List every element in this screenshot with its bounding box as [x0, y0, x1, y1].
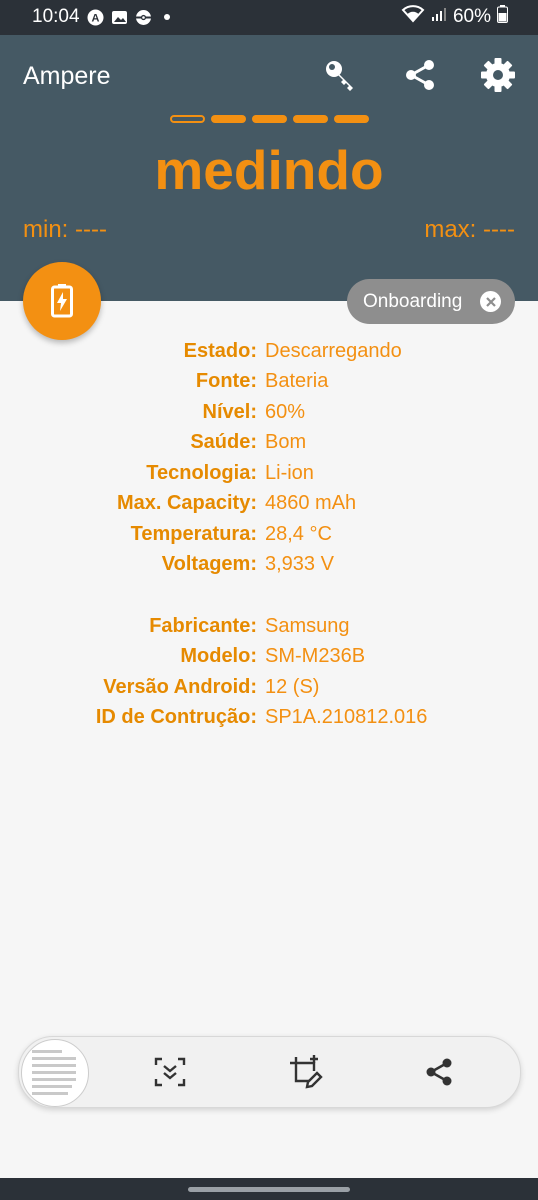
screenshot-thumbnail[interactable]: [21, 1039, 89, 1107]
info-label: Modelo:: [180, 645, 257, 668]
info-row-estado: Estado: Descarregando: [0, 336, 538, 367]
pokeball-icon: [134, 8, 152, 26]
thumb-line: [32, 1078, 76, 1081]
thumb-line: [32, 1064, 76, 1067]
onboarding-chip[interactable]: Onboarding: [347, 279, 515, 324]
wifi-icon: [401, 5, 425, 29]
gallery-icon: [110, 8, 128, 26]
info-value: Li-ion: [265, 461, 314, 484]
info-value: Samsung: [265, 614, 350, 637]
status-right: 60%: [401, 5, 508, 29]
scroll-capture-icon[interactable]: [150, 1052, 190, 1092]
app-header: Ampere medindo min: ---- max: ----: [0, 35, 538, 301]
info-row-modelo: Modelo: SM-M236B: [0, 642, 538, 673]
info-value: Bateria: [265, 370, 329, 393]
thumb-line: [32, 1071, 76, 1074]
info-label: Max. Capacity:: [116, 492, 257, 515]
share-icon[interactable]: [400, 55, 440, 95]
dot-icon: [158, 8, 176, 26]
info-label: ID de Contrução:: [95, 706, 257, 729]
app-title: Ampere: [23, 62, 111, 90]
info-row-tecnologia: Tecnologia: Li-ion: [0, 458, 538, 489]
home-gesture-pill[interactable]: [188, 1187, 350, 1192]
info-value: 28,4 °C: [265, 522, 332, 545]
signal-icon: [431, 6, 447, 28]
navigation-bar: [0, 1178, 538, 1200]
vpn-a-icon: A: [86, 8, 104, 26]
thumb-line: [32, 1092, 68, 1095]
status-bar: 10:04 A 60%: [0, 0, 538, 35]
info-row-saude: Saúde: Bom: [0, 428, 538, 459]
progress-dot: [252, 115, 287, 123]
progress-dot: [334, 115, 369, 123]
info-label: Tecnologia:: [146, 461, 257, 484]
progress-dot: [293, 115, 328, 123]
info-label: Nível:: [202, 400, 257, 423]
measuring-state: medindo: [154, 139, 384, 201]
max-value: max: ----: [424, 216, 515, 243]
battery-charging-icon: [51, 284, 73, 318]
info-label: Estado:: [183, 339, 257, 362]
info-label: Temperatura:: [130, 522, 257, 545]
info-row-nivel: Nível: 60%: [0, 397, 538, 428]
battery-fab-button[interactable]: [23, 262, 101, 340]
info-value: SP1A.210812.016: [265, 706, 428, 729]
measuring-progress-dots: [170, 115, 369, 123]
notification-icons: A: [86, 8, 176, 26]
info-row-versao-android: Versão Android: 12 (S): [0, 672, 538, 703]
info-row-max-capacity: Max. Capacity: 4860 mAh: [0, 489, 538, 520]
info-row-fabricante: Fabricante: Samsung: [0, 611, 538, 642]
thumb-line: [32, 1085, 72, 1088]
info-label: Fabricante:: [149, 614, 257, 637]
progress-dot: [170, 115, 205, 123]
crop-edit-icon[interactable]: [285, 1052, 325, 1092]
info-value: SM-M236B: [265, 645, 366, 668]
progress-dot: [211, 115, 246, 123]
info-value: Bom: [265, 431, 307, 454]
info-label: Voltagem:: [161, 553, 257, 576]
thumb-line: [32, 1057, 76, 1060]
onboarding-chip-label: Onboarding: [363, 290, 463, 312]
info-value: 60%: [265, 400, 306, 423]
info-row-id-construcao: ID de Contrução: SP1A.210812.016: [0, 703, 538, 734]
thumb-line: [32, 1050, 62, 1053]
key-icon[interactable]: [320, 55, 360, 95]
info-value: 12 (S): [265, 675, 320, 698]
status-time: 10:04: [32, 6, 80, 27]
info-row-voltagem: Voltagem: 3,933 V: [0, 550, 538, 581]
info-label: Saúde:: [190, 431, 257, 454]
info-value: 3,933 V: [265, 553, 334, 576]
info-label: Versão Android:: [103, 675, 257, 698]
info-row-fonte: Fonte: Bateria: [0, 367, 538, 398]
battery-icon: [497, 5, 508, 29]
share-icon[interactable]: [419, 1052, 459, 1092]
info-label: Fonte:: [195, 370, 257, 393]
settings-icon[interactable]: [478, 55, 518, 95]
screenshot-toolbar: [18, 1036, 521, 1108]
battery-info-list: Estado: Descarregando Fonte: Bateria Nív…: [0, 336, 538, 733]
svg-text:A: A: [91, 12, 99, 24]
info-value: 4860 mAh: [265, 492, 357, 515]
close-icon[interactable]: [480, 291, 501, 312]
info-value: Descarregando: [265, 339, 402, 362]
battery-percent: 60%: [452, 6, 491, 27]
info-row-temperatura: Temperatura: 28,4 °C: [0, 519, 538, 550]
min-value: min: ----: [23, 216, 107, 243]
